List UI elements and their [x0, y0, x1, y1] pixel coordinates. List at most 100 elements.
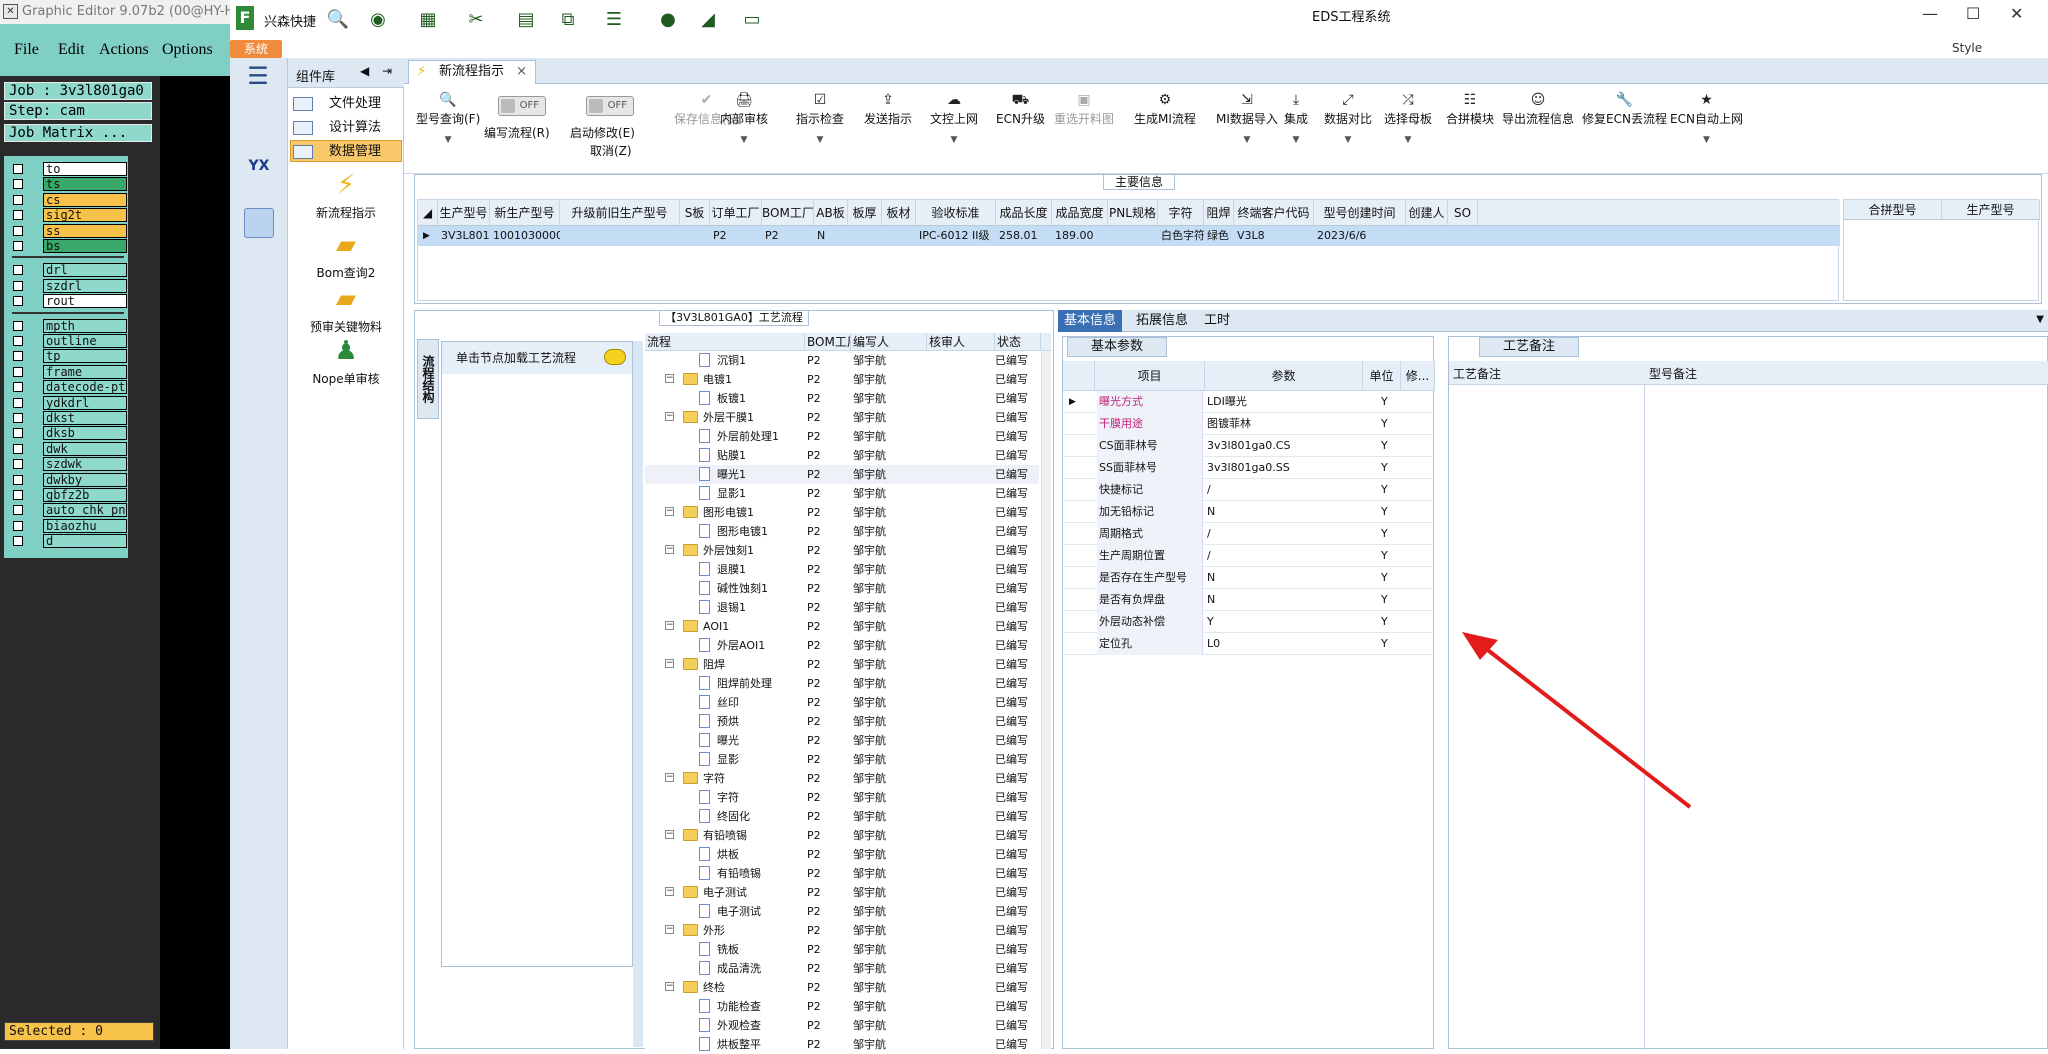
param-row[interactable]: 生产周期位置 / Y [1063, 545, 1435, 567]
tool-new-process-instruction[interactable]: ⚡ 新流程指示 [288, 170, 404, 221]
layer-row[interactable]: datecode-pt [8, 380, 127, 395]
column-header[interactable]: 终端客户代码 [1234, 200, 1314, 226]
select-all-corner[interactable]: ◢ [418, 200, 438, 226]
user-icon[interactable]: ● [656, 8, 680, 32]
tree-row[interactable]: 显影 P2 邹宇航 已编写 [645, 750, 1039, 769]
layer-row[interactable]: dkst [8, 411, 127, 426]
column-header[interactable]: 验收标准 [916, 200, 996, 226]
lib-item-data-management[interactable]: 数据管理 [290, 140, 402, 162]
param-row[interactable]: SS面菲林号 3v3l801ga0.SS Y [1063, 457, 1435, 479]
layer-checkbox[interactable] [13, 280, 23, 291]
param-value[interactable]: N [1207, 501, 1215, 523]
layer-name[interactable]: auto_chk_pn [43, 503, 127, 518]
layer-row[interactable]: rout [8, 294, 127, 309]
ribbon-button[interactable]: ⤮ 选择母板 ▼ [1384, 92, 1432, 145]
layer-checkbox[interactable] [13, 505, 23, 516]
column-header[interactable]: 工艺备注 [1453, 365, 1501, 382]
layer-checkbox[interactable] [13, 443, 23, 454]
ribbon-button[interactable]: 🖨 内部审核 ▼ [720, 92, 768, 145]
layer-checkbox[interactable] [13, 194, 23, 205]
menu-edit[interactable]: Edit [58, 41, 85, 59]
layer-name[interactable]: drl [43, 263, 127, 278]
column-header[interactable]: 成品长度 [996, 200, 1052, 226]
tab-work-hours[interactable]: 工时 [1198, 310, 1236, 332]
param-row[interactable]: CS面菲林号 3v3l801ga0.CS Y [1063, 435, 1435, 457]
layer-name[interactable]: d [43, 534, 127, 549]
collapse-toggle-icon[interactable]: − [665, 773, 674, 782]
collapse-toggle-icon[interactable]: − [665, 545, 674, 554]
ribbon-button[interactable]: ★ ECN自动上网 ▼ [1670, 92, 1743, 145]
tab-basic-params[interactable]: 基本参数 [1067, 337, 1167, 357]
layer-checkbox[interactable] [13, 490, 23, 500]
layer-name[interactable]: mpth [43, 318, 127, 333]
remark-text-area[interactable] [1449, 385, 1645, 1050]
layer-row[interactable]: drl [8, 263, 127, 278]
tree-row[interactable]: 烘板 P2 邹宇航 已编写 [645, 845, 1039, 864]
ribbon-button[interactable]: ☑ 指示检查 ▼ [796, 92, 844, 145]
monitor-icon[interactable]: ▭ [740, 8, 764, 32]
ribbon-button[interactable]: ⚙ 生成MI流程 [1134, 92, 1196, 127]
layer-checkbox[interactable] [13, 241, 23, 251]
collapse-toggle-icon[interactable]: − [665, 925, 674, 934]
lib-item-file-processing[interactable]: 文件处理 [290, 92, 402, 114]
layer-name[interactable]: dwkby [43, 472, 127, 487]
layer-row[interactable]: ss [8, 223, 127, 239]
layer-name[interactable]: outline [43, 334, 127, 348]
tree-row[interactable]: 成品清洗 P2 邹宇航 已编写 [645, 959, 1039, 978]
layer-checkbox[interactable] [13, 459, 23, 470]
tree-row[interactable]: 阻焊前处理 P2 邹宇航 已编写 [645, 674, 1039, 693]
column-header[interactable]: 参数 [1205, 361, 1363, 391]
tree-row[interactable]: 碱性蚀刻1 P2 邹宇航 已编写 [645, 579, 1039, 598]
collapse-left-icon[interactable]: ◀ [360, 64, 369, 78]
layer-name[interactable]: ts [43, 177, 127, 192]
layer-name[interactable]: gbfz2b [43, 488, 127, 502]
ribbon-button[interactable]: ⛟ ECN升级 [996, 92, 1045, 127]
tree-row[interactable]: 丝印 P2 邹宇航 已编写 [645, 693, 1039, 712]
ribbon-button[interactable]: ☺ 导出流程信息 [1502, 92, 1574, 127]
layer-checkbox[interactable] [13, 351, 23, 362]
layer-checkbox[interactable] [13, 210, 23, 221]
layer-checkbox[interactable] [13, 520, 23, 531]
ribbon-button[interactable]: ⇪ 发送指示 [864, 92, 912, 127]
layer-name[interactable]: ss [43, 223, 127, 238]
pin-icon[interactable]: ⇥ [382, 64, 392, 78]
layer-row[interactable]: cs [8, 192, 127, 208]
tool-nope-review[interactable]: ♟ Nope单审核 [288, 336, 404, 387]
layer-checkbox[interactable] [13, 382, 23, 393]
param-value[interactable]: / [1207, 523, 1211, 545]
tab-basic-info[interactable]: 基本信息 [1058, 310, 1123, 332]
layer-checkbox[interactable] [13, 296, 23, 307]
layer-checkbox[interactable] [13, 413, 23, 423]
layer-row[interactable]: to [8, 162, 127, 177]
param-row[interactable]: 快捷标记 / Y [1063, 479, 1435, 501]
ribbon-button[interactable]: 🔧 修复ECN丢流程 [1582, 92, 1667, 127]
lib-item-design-algorithm[interactable]: 设计算法 [290, 116, 402, 138]
column-header[interactable]: SO [1448, 200, 1478, 226]
column-header[interactable]: 型号创建时间 [1314, 200, 1406, 226]
tree-row[interactable]: − 电子测试 P2 邹宇航 已编写 [645, 883, 1039, 902]
tree-row[interactable]: 有铅喷锡 P2 邹宇航 已编写 [645, 864, 1039, 883]
tree-row[interactable]: 图形电镀1 P2 邹宇航 已编写 [645, 522, 1039, 541]
param-value[interactable]: Y [1207, 611, 1214, 633]
collapse-toggle-icon[interactable]: − [665, 659, 674, 668]
scissors-icon[interactable]: ✂ [464, 8, 488, 32]
column-header[interactable]: 新生产型号 [490, 200, 560, 226]
tree-row[interactable]: 终固化 P2 邹宇航 已编写 [645, 807, 1039, 826]
layer-row[interactable]: mpth [8, 318, 127, 334]
layer-row[interactable]: frame [8, 364, 127, 380]
layer-name[interactable]: bs [43, 239, 127, 253]
layer-name[interactable]: cs [43, 192, 127, 207]
menu-actions[interactable]: Actions [99, 41, 149, 59]
target-icon[interactable]: ◉ [366, 8, 390, 32]
chart-icon[interactable]: ◢ [696, 8, 720, 32]
layer-row[interactable]: tp [8, 349, 127, 364]
table-row[interactable]: ▶ 3V3L801GA010010300003892 P2 P2 N IPC-6012 I… [418, 226, 1840, 246]
tree-row[interactable]: − 有铅喷锡 P2 邹宇航 已编写 [645, 826, 1039, 845]
tree-row[interactable]: 贴膜1 P2 邹宇航 已编写 [645, 446, 1039, 465]
write-process-toggle[interactable]: OFF [498, 96, 546, 116]
layer-row[interactable]: bs [8, 239, 127, 254]
column-header[interactable]: 成品宽度 [1052, 200, 1108, 226]
tree-row[interactable]: − 外层蚀刻1 P2 邹宇航 已编写 [645, 541, 1039, 560]
layer-name[interactable]: frame [43, 364, 127, 379]
ribbon-button[interactable]: ⤓ 集成 ▼ [1284, 92, 1308, 145]
